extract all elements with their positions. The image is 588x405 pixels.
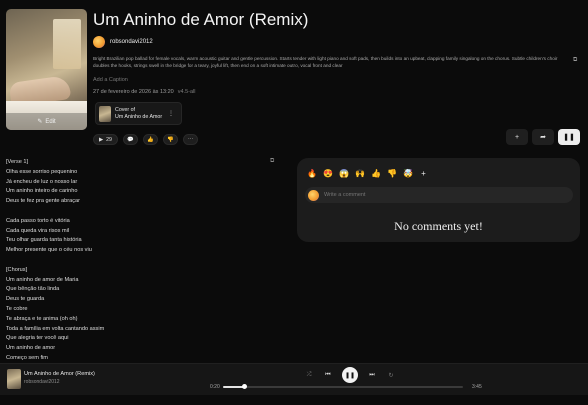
cover-art[interactable]: ✎ Edit <box>6 9 87 130</box>
comment-icon: 💬 <box>127 136 134 143</box>
copy-icon[interactable]: ⧉ <box>573 57 577 64</box>
cover-window-shape <box>53 19 81 69</box>
thumbs-up-icon[interactable]: 👍 <box>371 169 381 179</box>
copy-lyrics-icon[interactable]: ⧉ <box>270 158 274 165</box>
comment-box[interactable] <box>305 187 573 203</box>
player-username[interactable]: robsondavi2012 <box>24 379 60 385</box>
song-title: Um Aninho de Amor (Remix) <box>93 10 309 29</box>
progress-bar[interactable] <box>223 384 463 389</box>
like-button[interactable]: 👍 <box>142 134 158 145</box>
artist-row[interactable]: robsondavi2012 <box>93 36 153 48</box>
heart-eyes-icon[interactable]: 😍 <box>323 169 333 179</box>
emoji-reactions: 🔥 😍 😱 🙌 👍 👎 🤯 + <box>307 169 428 179</box>
more-emojis-icon[interactable]: + <box>419 169 428 179</box>
mind-blown-icon[interactable]: 🤯 <box>403 169 413 179</box>
thumbs-up-icon: 👍 <box>147 136 154 143</box>
avatar[interactable] <box>93 36 105 48</box>
share-button[interactable]: ➦ <box>532 129 554 145</box>
next-icon[interactable]: ⏭ <box>367 372 377 379</box>
scream-icon[interactable]: 😱 <box>339 169 349 179</box>
plus-icon: + <box>514 133 520 141</box>
player-thumbnail[interactable] <box>7 369 21 389</box>
comment-input[interactable] <box>324 192 524 198</box>
right-action-buttons: + ➦ ❚❚ <box>506 129 580 145</box>
cover-of-card[interactable]: Cover of Um Aninho de Amor ⋮ <box>95 102 182 125</box>
more-button[interactable]: ⋯ <box>182 134 198 145</box>
playback-controls: ⤮ ⏮ ❚❚ ⏭ ↻ <box>304 367 396 383</box>
previous-icon[interactable]: ⏮ <box>323 372 333 379</box>
dislike-button[interactable]: 👎 <box>162 134 178 145</box>
pause-icon: ❚❚ <box>563 134 575 141</box>
song-date: 27 de fevereiro de 2026 às 13:20 <box>93 89 174 95</box>
repeat-icon[interactable]: ↻ <box>386 372 396 379</box>
share-icon: ➦ <box>540 134 546 141</box>
cover-of-thumbnail <box>99 105 111 122</box>
pencil-icon: ✎ <box>37 119 43 125</box>
avatar <box>308 189 319 201</box>
like-count: 29 <box>106 136 112 143</box>
add-to-playlist-button[interactable]: + <box>506 129 528 145</box>
play-icon: ▶ <box>99 136 104 143</box>
raised-hands-icon[interactable]: 🙌 <box>355 169 365 179</box>
player-title[interactable]: Um Aninho de Amor (Remix) <box>24 371 95 377</box>
lyrics-text: [Verse 1] Olha esse sorriso pequenino Já… <box>6 159 105 361</box>
caption-field[interactable]: Add a Caption <box>93 77 128 83</box>
shuffle-icon[interactable]: ⤮ <box>304 372 314 379</box>
play-count-button[interactable]: ▶ 29 <box>93 134 118 145</box>
no-comments-text: No comments yet! <box>394 219 483 233</box>
edit-cover-button[interactable]: ✎ Edit <box>6 113 87 130</box>
cover-of-title: Um Aninho de Amor <box>115 113 163 120</box>
thumbs-down-icon: 👎 <box>167 136 174 143</box>
song-description: Bright Brazilian pop ballad for female v… <box>93 56 558 68</box>
more-vertical-icon[interactable]: ⋮ <box>168 110 174 117</box>
model-version: v4.5-all <box>177 89 196 95</box>
edit-label: Edit <box>45 118 56 125</box>
player-bar: Um Aninho de Amor (Remix) robsondavi2012… <box>0 363 588 395</box>
action-row: ▶ 29 💬 👍 👎 ⋯ <box>93 134 198 145</box>
fire-icon[interactable]: 🔥 <box>307 169 317 179</box>
play-pause-button[interactable]: ❚❚ <box>342 367 358 383</box>
song-meta: 27 de fevereiro de 2026 às 13:20 v4.5-all <box>93 89 195 95</box>
cover-of-text: Cover of Um Aninho de Amor <box>115 107 162 120</box>
more-horizontal-icon: ⋯ <box>187 136 194 143</box>
thumbs-down-icon[interactable]: 👎 <box>387 169 397 179</box>
artist-username[interactable]: robsondavi2012 <box>110 39 153 45</box>
comment-button[interactable]: 💬 <box>122 134 138 145</box>
current-time: 0:20 <box>210 384 220 390</box>
pause-icon: ❚❚ <box>344 372 356 379</box>
bottom-strip <box>0 395 588 405</box>
total-time: 3:45 <box>472 384 482 390</box>
pause-button[interactable]: ❚❚ <box>558 129 580 145</box>
progress-handle[interactable] <box>242 384 248 389</box>
comments-panel: 🔥 😍 😱 🙌 👍 👎 🤯 + No comments yet! <box>297 158 580 242</box>
